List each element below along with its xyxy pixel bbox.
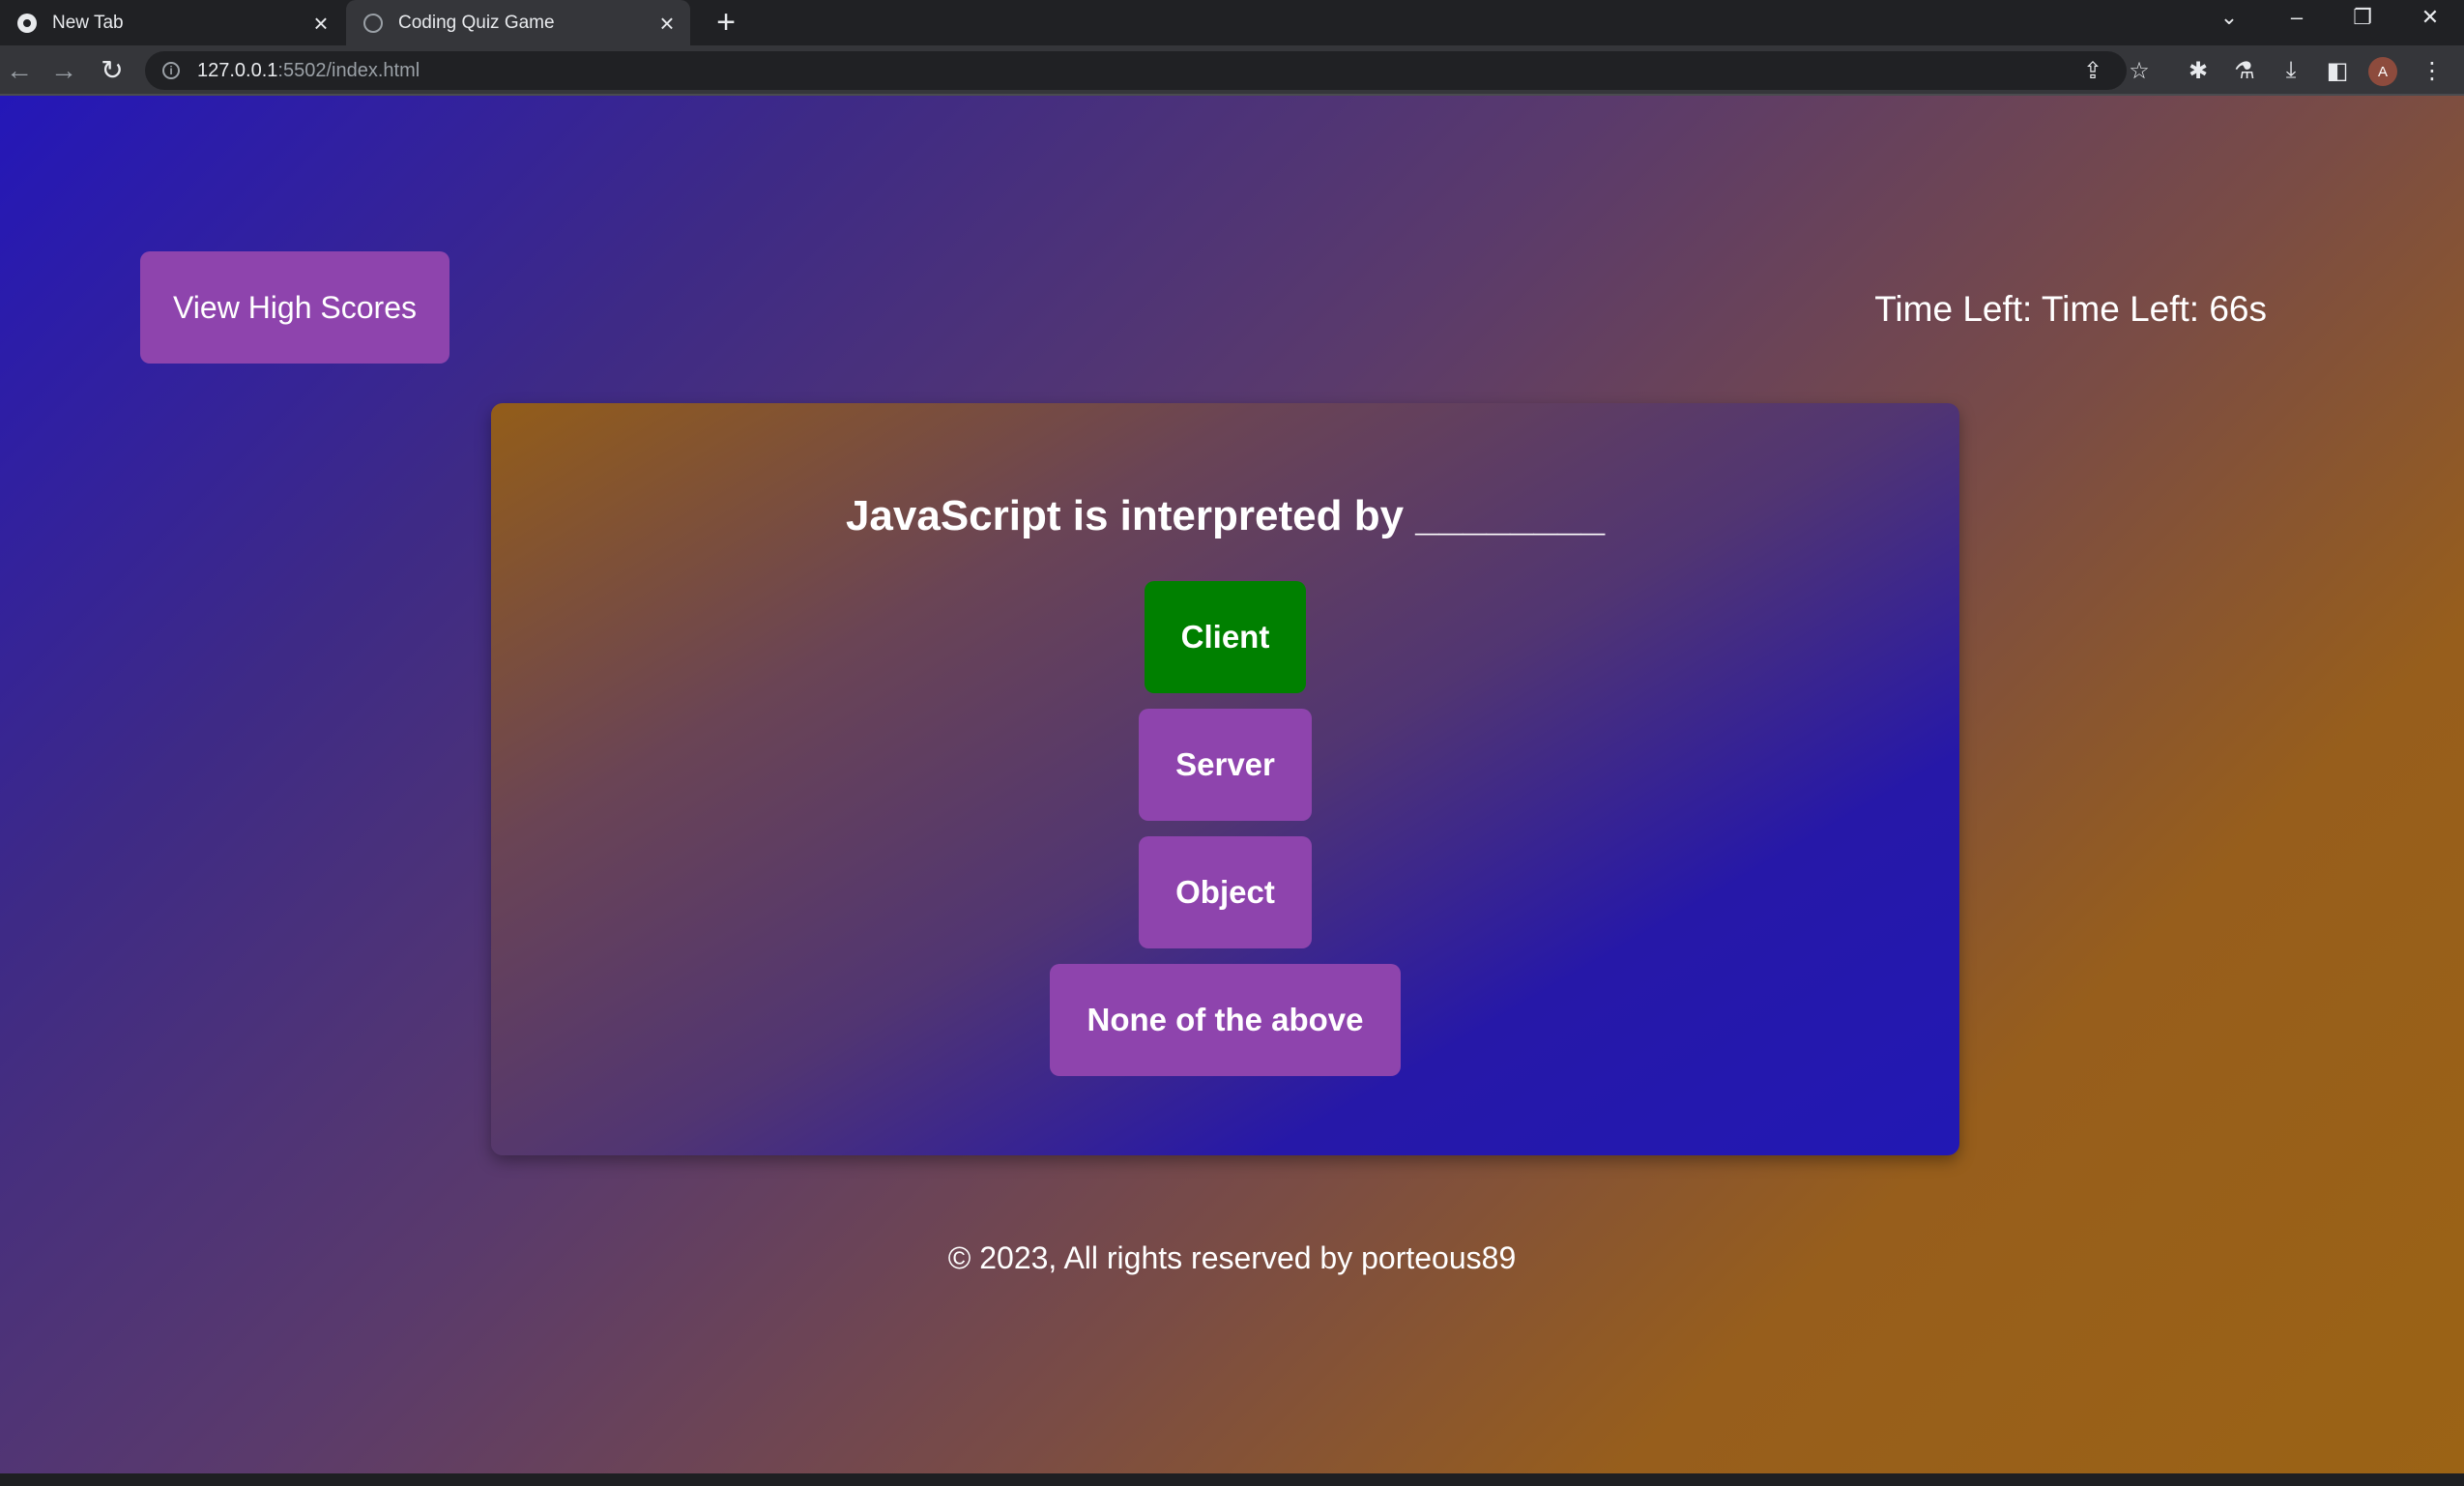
- time-left-display: Time Left: Time Left: 66s: [1874, 289, 2267, 329]
- quiz-page: View High Scores Time Left: Time Left: 6…: [0, 96, 2464, 1473]
- profile-avatar[interactable]: A: [2368, 57, 2397, 86]
- side-panel-icon[interactable]: ◧: [2320, 53, 2355, 88]
- question-text: JavaScript is interpreted by ________: [845, 492, 1606, 539]
- tab-title: Coding Quiz Game: [398, 12, 555, 33]
- restore-window-icon[interactable]: ❐: [2335, 0, 2390, 35]
- browser-tab-strip: New Tab × Coding Quiz Game × + ⌄ – ❐ ✕: [0, 0, 2464, 45]
- share-icon[interactable]: ⇪: [2075, 53, 2110, 88]
- close-tab-icon[interactable]: ×: [307, 10, 334, 37]
- answer-button-none-of-the-above[interactable]: None of the above: [1050, 964, 1401, 1076]
- new-tab-button[interactable]: +: [710, 6, 742, 39]
- chrome-icon: [17, 13, 37, 33]
- browser-toolbar: ← → ↻ i 127.0.0.1 :5502/index.html ⇪ ☆ ✱…: [0, 45, 2464, 96]
- address-bar[interactable]: i 127.0.0.1 :5502/index.html: [145, 51, 2127, 90]
- answer-button-object[interactable]: Object: [1139, 836, 1312, 948]
- extensions-puzzle-icon[interactable]: ✱: [2181, 53, 2216, 88]
- site-info-icon[interactable]: i: [162, 62, 180, 79]
- browser-tab-new-tab[interactable]: New Tab ×: [0, 0, 344, 45]
- browser-tab-coding-quiz[interactable]: Coding Quiz Game ×: [346, 0, 690, 45]
- labs-flask-icon[interactable]: ⚗: [2227, 53, 2262, 88]
- bookmark-star-icon[interactable]: ☆: [2122, 53, 2157, 88]
- tab-title: New Tab: [52, 12, 124, 33]
- url-host: 127.0.0.1: [197, 59, 278, 81]
- close-tab-icon[interactable]: ×: [653, 10, 681, 37]
- copyright-footer: © 2023, All rights reserved by porteous8…: [947, 1240, 1517, 1275]
- forward-arrow-icon[interactable]: →: [46, 53, 81, 88]
- minimize-window-icon[interactable]: –: [2270, 0, 2324, 35]
- globe-icon: [363, 13, 383, 33]
- more-menu-icon[interactable]: ⋮: [2415, 53, 2450, 88]
- window-bottom-edge: [0, 1473, 2464, 1486]
- reload-icon[interactable]: ↻: [95, 53, 130, 88]
- tab-search-icon[interactable]: ⌄: [2202, 0, 2256, 35]
- view-high-scores-button[interactable]: View High Scores: [140, 251, 449, 364]
- answer-list: Client Server Object None of the above: [491, 581, 1959, 1092]
- back-arrow-icon[interactable]: ←: [2, 53, 37, 88]
- quiz-card: JavaScript is interpreted by ________ Cl…: [491, 403, 1959, 1155]
- download-icon[interactable]: ⤓: [2274, 53, 2308, 88]
- close-window-icon[interactable]: ✕: [2403, 0, 2457, 35]
- url-path: :5502/index.html: [277, 59, 420, 81]
- answer-button-server[interactable]: Server: [1139, 709, 1312, 821]
- answer-button-client[interactable]: Client: [1144, 581, 1307, 693]
